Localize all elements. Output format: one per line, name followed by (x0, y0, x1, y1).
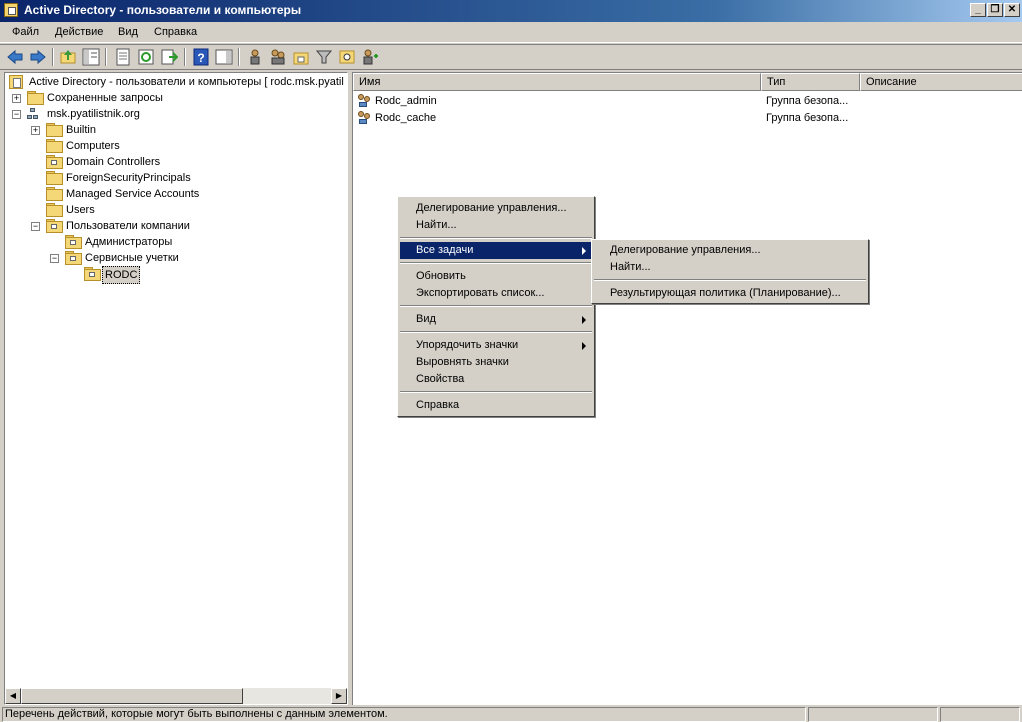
list-header: Имя Тип Описание (353, 73, 1022, 91)
show-hide-action-pane-icon[interactable] (215, 48, 233, 66)
menu-item-all-tasks[interactable]: Все задачи (400, 242, 592, 259)
submenu-item-rsop-planning[interactable]: Результирующая политика (Планирование)..… (594, 285, 866, 302)
ou-icon (65, 235, 82, 249)
forward-icon[interactable] (29, 48, 47, 66)
new-group-icon[interactable] (269, 48, 287, 66)
submenu-item-delegate[interactable]: Делегирование управления... (594, 242, 866, 259)
back-icon[interactable] (6, 48, 24, 66)
all-tasks-submenu: Делегирование управления... Найти... Рез… (591, 239, 869, 304)
folder-icon (46, 139, 63, 153)
menu-item-delegate[interactable]: Делегирование управления... (400, 200, 592, 217)
folder-icon (46, 123, 63, 137)
menu-item-find[interactable]: Найти... (400, 217, 592, 234)
group-icon (357, 111, 373, 125)
ou-icon (46, 219, 63, 233)
show-hide-tree-icon[interactable] (82, 48, 100, 66)
menu-item-line-up-icons[interactable]: Выровнять значки (400, 354, 592, 371)
ou-icon (46, 155, 63, 169)
submenu-arrow-icon (582, 316, 586, 324)
toolbar: ? (0, 44, 1022, 70)
folder-icon (46, 203, 63, 217)
close-button[interactable]: ✕ (1004, 3, 1020, 17)
status-text: Перечень действий, которые могут быть вы… (2, 707, 806, 722)
help-icon[interactable]: ? (192, 48, 210, 66)
restore-button[interactable]: ❐ (987, 3, 1003, 17)
new-ou-icon[interactable] (292, 48, 310, 66)
console-tree: Active Directory - пользователи и компью… (4, 72, 348, 705)
menu-view[interactable]: Вид (118, 26, 138, 38)
title-bar: Active Directory - пользователи и компью… (0, 0, 1022, 22)
menu-item-arrange-icons[interactable]: Упорядочить значки (400, 337, 592, 354)
scroll-right-icon[interactable]: ▶ (331, 688, 347, 704)
status-bar: Перечень действий, которые могут быть вы… (0, 706, 1022, 722)
expand-icon[interactable]: + (31, 126, 40, 135)
app-icon (4, 3, 18, 17)
menu-item-refresh[interactable]: Обновить (400, 268, 592, 285)
menu-separator (400, 331, 592, 333)
menu-separator (400, 391, 592, 393)
menu-help[interactable]: Справка (154, 26, 197, 38)
list-item[interactable]: Rodc_admin Группа безопа... (353, 93, 1022, 109)
ou-icon (65, 251, 82, 265)
column-header-description[interactable]: Описание (860, 73, 1022, 91)
properties-icon[interactable] (114, 48, 132, 66)
column-header-name[interactable]: Имя (353, 73, 761, 91)
up-icon[interactable] (59, 48, 77, 66)
menu-separator (594, 279, 866, 281)
menu-item-properties[interactable]: Свойства (400, 371, 592, 388)
folder-icon (27, 91, 44, 105)
expand-icon[interactable]: + (12, 94, 21, 103)
list-item[interactable]: Rodc_cache Группа безопа... (353, 110, 1022, 126)
scroll-left-icon[interactable]: ◀ (5, 688, 21, 704)
status-cell (940, 707, 1020, 722)
minimize-button[interactable]: _ (970, 3, 986, 17)
menu-file[interactable]: Файл (12, 26, 39, 38)
collapse-icon[interactable]: − (31, 222, 40, 231)
menu-separator (400, 305, 592, 307)
menu-separator (400, 237, 592, 239)
collapse-icon[interactable]: − (50, 254, 59, 263)
menu-item-view[interactable]: Вид (400, 311, 592, 328)
menu-item-export[interactable]: Экспортировать список... (400, 285, 592, 302)
menu-action[interactable]: Действие (55, 26, 103, 38)
domain-icon (27, 107, 43, 121)
ou-icon (84, 267, 101, 281)
window-title: Active Directory - пользователи и компью… (24, 3, 302, 17)
group-icon (357, 94, 373, 108)
menu-bar: Файл Действие Вид Справка (0, 22, 1022, 43)
add-to-group-icon[interactable] (361, 48, 379, 66)
submenu-arrow-icon (582, 247, 586, 255)
folder-icon (46, 171, 63, 185)
ad-console-icon (9, 75, 23, 89)
export-list-icon[interactable] (160, 48, 179, 66)
submenu-item-find[interactable]: Найти... (594, 259, 866, 276)
tree-horizontal-scrollbar[interactable]: ◀ ▶ (5, 688, 347, 704)
svg-text:?: ? (197, 51, 204, 65)
collapse-icon[interactable]: − (12, 110, 21, 119)
menu-item-help[interactable]: Справка (400, 397, 592, 414)
status-cell (808, 707, 938, 722)
scroll-thumb[interactable] (21, 688, 243, 704)
menu-separator (400, 262, 592, 264)
context-menu: Делегирование управления... Найти... Все… (397, 196, 595, 417)
submenu-arrow-icon (582, 342, 586, 350)
refresh-icon[interactable] (137, 48, 155, 66)
find-icon[interactable] (338, 48, 356, 66)
new-user-icon[interactable] (246, 48, 264, 66)
filter-icon[interactable] (315, 48, 333, 66)
folder-icon (46, 187, 63, 201)
column-header-type[interactable]: Тип (761, 73, 860, 91)
